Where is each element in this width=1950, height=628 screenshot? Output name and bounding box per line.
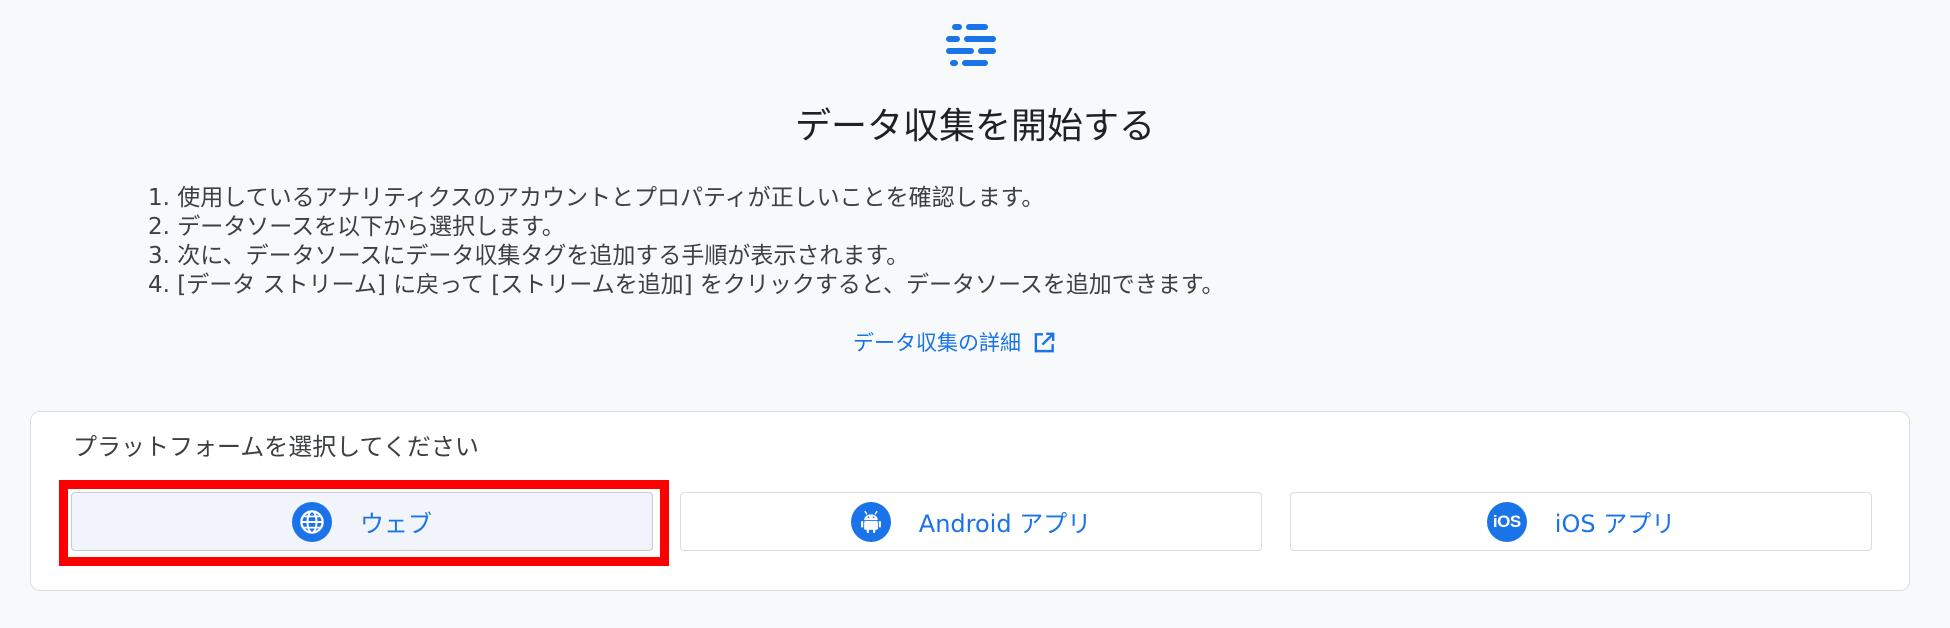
instruction-list: 1. 使用しているアナリティクスのアカウントとプロパティが正しいことを確認します… [148,184,1225,300]
instruction-step: 4. [データ ストリーム] に戻って [ストリームを追加] をクリックすると、… [148,272,1225,298]
ios-platform-label: iOS アプリ [1554,510,1676,538]
ios-icon: iOS [1486,501,1527,542]
learn-more-label: データ収集の詳細 [853,331,1021,355]
open-in-new-icon [1034,332,1055,353]
instruction-step: 1. 使用しているアナリティクスのアカウントとプロパティが正しいことを確認します… [148,185,1045,211]
instruction-step: 3. 次に、データソースにデータ収集タグを追加する手順が表示されます。 [148,243,910,269]
web-platform-label: ウェブ [360,510,432,538]
android-icon [850,501,891,542]
platform-card-title: プラットフォームを選択してください [73,433,479,461]
ios-icon-text: iOS [1492,511,1521,531]
learn-more-link[interactable]: データ収集の詳細 [853,328,1057,358]
data-streams-icon [946,24,996,66]
platform-selection-card: プラットフォームを選択してください ウェブ Android アプリ iOS iO… [30,411,1910,591]
instruction-step: 2. データソースを以下から選択します。 [148,214,565,240]
android-platform-label: Android アプリ [918,510,1092,538]
ios-platform-button[interactable]: iOS iOS アプリ [1290,492,1872,551]
page-title: データ収集を開始する [794,106,1155,147]
web-platform-button[interactable]: ウェブ [71,492,653,551]
globe-icon [292,501,332,542]
android-platform-button[interactable]: Android アプリ [680,492,1262,551]
